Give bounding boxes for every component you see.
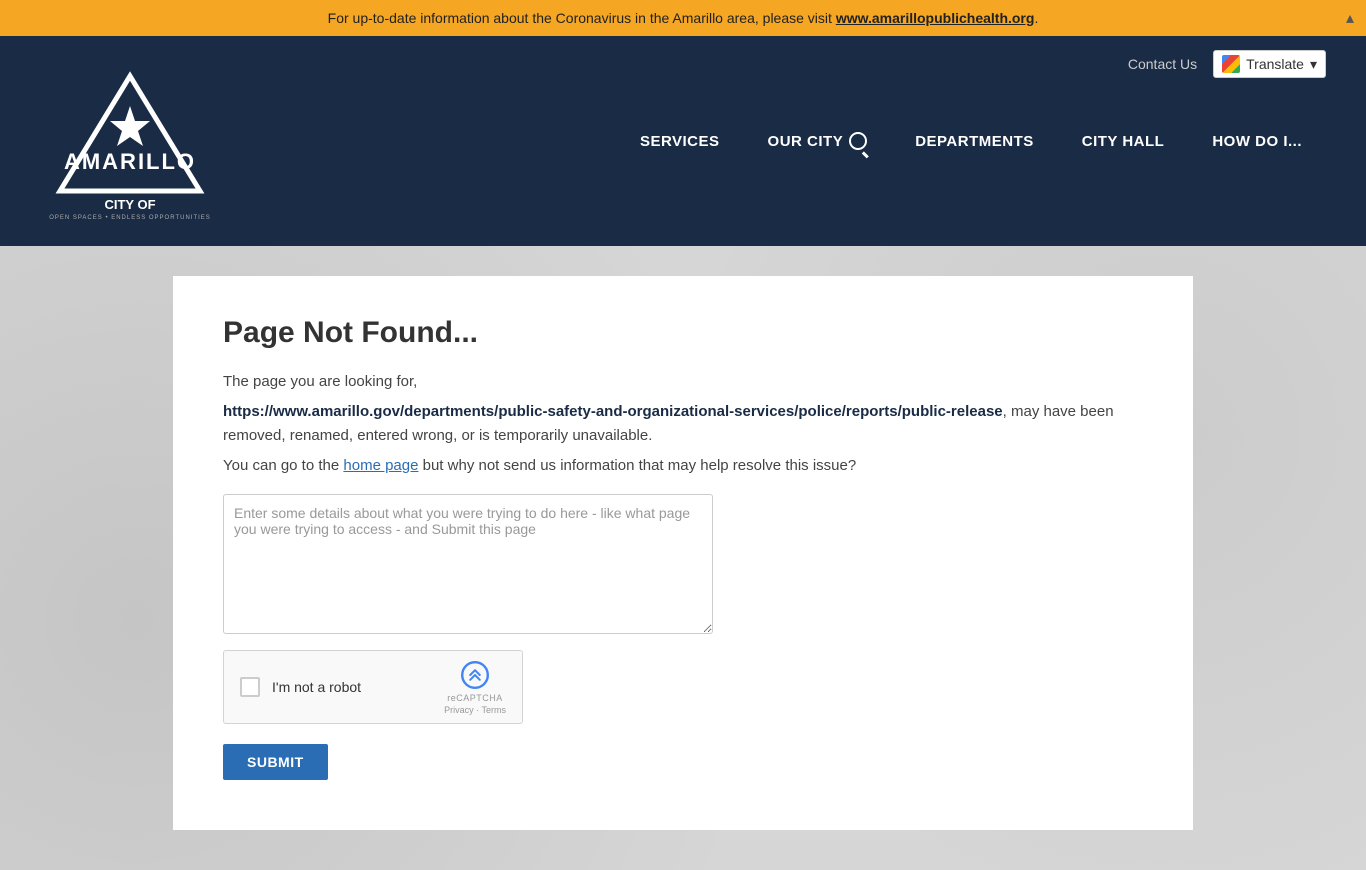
main-nav: SERVICES OUR CITY DEPARTMENTS CITY HALL …: [616, 36, 1326, 246]
submit-button[interactable]: SUBMIT: [223, 744, 328, 780]
announcement-text: For up-to-date information about the Cor…: [328, 10, 836, 26]
error-url-line: https://www.amarillo.gov/departments/pub…: [223, 400, 1143, 448]
nav-item-departments[interactable]: DEPARTMENTS: [891, 36, 1058, 246]
svg-text:CITY OF: CITY OF: [104, 197, 155, 212]
search-icon: [849, 132, 867, 150]
home-page-link[interactable]: home page: [343, 457, 418, 474]
announcement-suffix: .: [1034, 10, 1038, 26]
logo-area[interactable]: CITY OF AMARILLO OPEN SPACES • ENDLESS O…: [30, 61, 230, 221]
collapse-icon[interactable]: ▴: [1346, 8, 1354, 28]
nav-item-services[interactable]: SERVICES: [616, 36, 744, 246]
error-url: https://www.amarillo.gov/departments/pub…: [223, 403, 1003, 420]
captcha-checkbox[interactable]: [240, 677, 260, 697]
site-logo[interactable]: CITY OF AMARILLO OPEN SPACES • ENDLESS O…: [30, 61, 230, 221]
nav-item-city-hall[interactable]: CITY HALL: [1058, 36, 1189, 246]
error-intro: The page you are looking for,: [223, 370, 1143, 394]
announcement-bar: For up-to-date information about the Cor…: [0, 0, 1366, 36]
recaptcha-icon: [459, 659, 491, 691]
nav-item-how-do-i[interactable]: HOW DO I...: [1188, 36, 1326, 246]
site-header: CITY OF AMARILLO OPEN SPACES • ENDLESS O…: [0, 36, 1366, 246]
captcha-links: Privacy · Terms: [444, 705, 506, 715]
nav-item-our-city[interactable]: OUR CITY: [744, 36, 892, 246]
svg-text:OPEN SPACES • ENDLESS OPPORTUN: OPEN SPACES • ENDLESS OPPORTUNITIES: [49, 215, 211, 221]
svg-text:AMARILLO: AMARILLO: [64, 149, 196, 174]
main-card: Page Not Found... The page you are looki…: [173, 276, 1193, 830]
captcha-brand: reCAPTCHA: [447, 693, 503, 703]
page-background: Page Not Found... The page you are looki…: [0, 246, 1366, 870]
announcement-link[interactable]: www.amarillopublichealth.org: [836, 10, 1035, 26]
page-title: Page Not Found...: [223, 316, 1143, 350]
feedback-textarea[interactable]: [223, 494, 713, 634]
captcha-label: I'm not a robot: [272, 679, 432, 695]
help-text: You can go to the home page but why not …: [223, 454, 1143, 478]
captcha-logo-area: reCAPTCHA Privacy · Terms: [444, 659, 506, 715]
captcha-widget: I'm not a robot reCAPTCHA Privacy · Term…: [223, 650, 523, 724]
